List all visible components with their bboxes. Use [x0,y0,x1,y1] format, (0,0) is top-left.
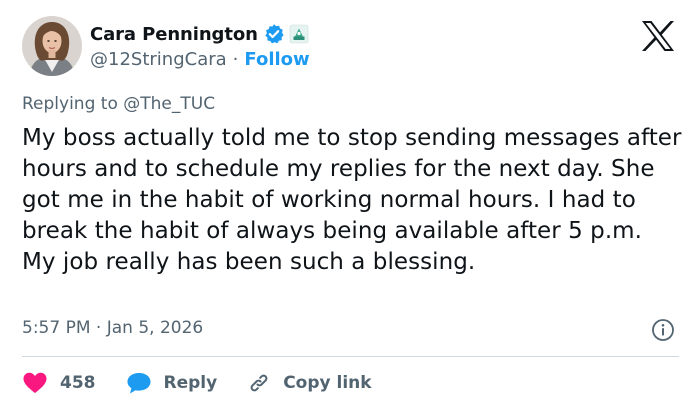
reply-label: Reply [163,373,218,393]
user-handle[interactable]: @12StringCara [90,49,227,70]
heart-icon [22,371,48,395]
reply-button[interactable]: Reply [126,371,218,395]
affiliate-badge-icon[interactable] [289,24,309,44]
replying-handle-link[interactable]: @The_TUC [123,94,215,114]
tweet-time: 5:57 PM [22,318,91,338]
like-count: 458 [60,373,96,393]
like-button[interactable]: 458 [22,371,96,395]
replying-prefix: Replying to [22,94,118,114]
divider [22,356,679,357]
display-name[interactable]: Cara Pennington [90,24,258,45]
copy-link-button[interactable]: Copy link [247,371,372,395]
replying-to: Replying to @The_TUC [22,94,215,114]
tweet-timestamp[interactable]: 5:57 PM · Jan 5, 2026 [22,318,203,338]
action-bar: 458 Reply Copy link [22,369,372,397]
follow-button[interactable]: Follow [244,49,309,70]
avatar[interactable] [22,16,82,76]
info-icon[interactable] [651,318,675,342]
tweet-card: Cara Pennington @12StringCara · Follow R… [0,0,700,410]
verified-badge-icon [263,23,285,45]
copy-link-label: Copy link [283,373,372,393]
speech-bubble-icon [126,371,152,395]
author-name-row: Cara Pennington [90,22,309,46]
meta-separator: · [95,318,102,338]
handle-row: @12StringCara · Follow [90,48,310,70]
link-icon [247,371,271,395]
handle-separator: · [232,48,239,70]
tweet-date: Jan 5, 2026 [106,318,204,338]
tweet-text: My boss actually told me to stop sending… [22,125,682,275]
x-logo-icon[interactable] [640,20,676,52]
